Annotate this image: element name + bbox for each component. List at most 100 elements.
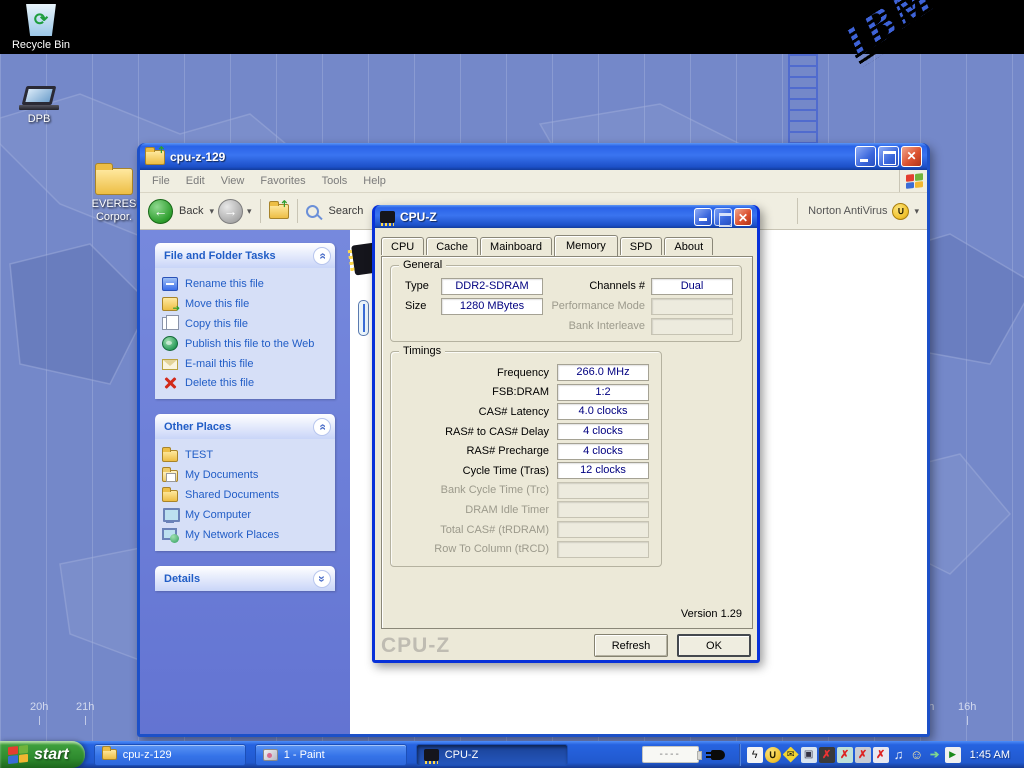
cpuz-app-icon — [380, 211, 395, 223]
field-label: Channels # — [533, 280, 645, 292]
memory-tab-page: General Type DDR2-SDRAM Size 1280 MBytes — [381, 256, 753, 629]
up-one-level-button[interactable] — [269, 204, 289, 219]
timing-value: 12 clocks — [557, 462, 649, 479]
ok-button[interactable]: OK — [677, 634, 751, 657]
folder-icon — [95, 168, 133, 195]
timezone-label-21h: 21h — [76, 701, 94, 725]
timing-label: FSB:DRAM — [397, 386, 549, 398]
file-and-folder-tasks-panel: File and Folder Tasks Rename this file — [155, 243, 335, 399]
task-rename-this-file[interactable]: Rename this file — [162, 277, 328, 291]
task-email-this-file[interactable]: E-mail this file — [162, 357, 328, 370]
tab-spd[interactable]: SPD — [620, 237, 663, 255]
menu-item[interactable]: Favorites — [252, 172, 313, 190]
minimize-button[interactable] — [694, 208, 712, 226]
collapse-chevron-icon[interactable] — [313, 418, 331, 436]
taskbar-task-cpu-z-129[interactable]: cpu-z-129 — [94, 744, 246, 766]
taskbar-task-paint[interactable]: 1 - Paint — [255, 744, 407, 766]
file-icon[interactable] — [358, 300, 369, 336]
details-panel-header[interactable]: Details — [155, 566, 335, 591]
network-connection-icon[interactable]: ▣ — [801, 747, 817, 763]
tab-about[interactable]: About — [664, 237, 713, 255]
timing-label: CAS# Latency — [397, 406, 549, 418]
device-error-icon[interactable]: ✗ — [855, 747, 871, 763]
close-button[interactable] — [901, 146, 922, 167]
explorer-menubar: FileEditViewFavoritesToolsHelp — [140, 170, 927, 193]
desktop-icon-recycle-bin[interactable]: ⟳ Recycle Bin — [4, 4, 78, 52]
menu-item[interactable]: View — [213, 172, 253, 190]
timing-value — [557, 501, 649, 518]
forward-button[interactable]: → — [218, 199, 243, 224]
norton-antivirus-icon[interactable]: ∪ — [892, 203, 909, 220]
taskbar-task-cpu-z[interactable]: CPU-Z — [416, 744, 568, 766]
forward-dropdown-icon[interactable] — [247, 205, 252, 217]
menu-item[interactable]: Help — [355, 172, 394, 190]
desktop-icon-dpb[interactable]: DPB — [2, 86, 76, 126]
cpuz-window: CPU-Z CPU Cache Mainboard Memory SPD Abo… — [372, 205, 760, 663]
tab-cache[interactable]: Cache — [426, 237, 478, 255]
ghost-icon[interactable]: ☺ — [909, 747, 925, 763]
timing-value — [557, 482, 649, 499]
explorer-task-sidebar: File and Folder Tasks Rename this file — [140, 230, 350, 734]
explorer-window-icon — [145, 150, 165, 165]
tab-mainboard[interactable]: Mainboard — [480, 237, 552, 255]
taskbar-task-label: CPU-Z — [445, 749, 479, 761]
maximize-button[interactable] — [714, 208, 732, 226]
other-places-panel-header[interactable]: Other Places — [155, 414, 335, 439]
norton-dropdown-icon[interactable] — [914, 205, 919, 217]
place-my-computer[interactable]: My Computer — [162, 508, 328, 522]
minimize-button[interactable] — [855, 146, 876, 167]
place-item-icon — [162, 450, 178, 462]
status-offline-icon[interactable]: ✗ — [837, 747, 853, 763]
mail-alert-icon[interactable]: ✉ — [783, 747, 799, 763]
search-button-label[interactable]: Search — [329, 205, 364, 217]
recorder-icon[interactable]: ▶ — [945, 747, 961, 763]
refresh-button[interactable]: Refresh — [594, 634, 668, 657]
menu-item[interactable]: Tools — [314, 172, 356, 190]
place-test[interactable]: TEST — [162, 448, 328, 462]
back-dropdown-icon[interactable] — [209, 205, 214, 217]
menu-item[interactable]: File — [144, 172, 178, 190]
task-move-this-file[interactable]: Move this file — [162, 297, 328, 311]
taskbar-task-icon — [424, 749, 439, 761]
place-item-icon — [162, 470, 178, 482]
task-publish-this-file[interactable]: Publish this file to the Web — [162, 336, 328, 351]
norton-antivirus-icon[interactable]: ∪ — [765, 747, 781, 763]
taskbar-task-icon — [102, 749, 117, 760]
cpuz-titlebar[interactable]: CPU-Z — [375, 205, 757, 228]
field-label: Performance Mode — [533, 300, 645, 312]
place-my-documents[interactable]: My Documents — [162, 468, 328, 482]
search-icon[interactable] — [306, 205, 319, 218]
lightning-icon[interactable]: ϟ — [747, 747, 763, 763]
timezone-label-20h: 20h — [30, 701, 48, 725]
mixer-muted-icon[interactable]: ✗ — [819, 747, 835, 763]
back-button[interactable]: ← — [148, 199, 173, 224]
menu-item[interactable]: Edit — [178, 172, 213, 190]
collapse-chevron-icon[interactable] — [313, 247, 331, 265]
task-item-icon — [162, 376, 178, 390]
file-tasks-panel-header[interactable]: File and Folder Tasks — [155, 243, 335, 268]
tab-cpu[interactable]: CPU — [381, 237, 424, 255]
updater-icon[interactable]: ➔ — [927, 747, 943, 763]
remote-muted-icon[interactable]: ✗ — [873, 747, 889, 763]
timing-label: DRAM Idle Timer — [397, 504, 549, 516]
general-groupbox: General Type DDR2-SDRAM Size 1280 MBytes — [390, 265, 742, 342]
task-delete-this-file[interactable]: Delete this file — [162, 376, 328, 390]
volume-icon[interactable]: ♫ — [891, 747, 907, 763]
field-label: Type — [405, 280, 441, 292]
timing-label: RAS# Precharge — [397, 445, 549, 457]
task-copy-this-file[interactable]: Copy this file — [162, 317, 328, 330]
tab-memory[interactable]: Memory — [554, 235, 618, 256]
place-my-network-places[interactable]: My Network Places — [162, 528, 328, 542]
close-button[interactable] — [734, 208, 752, 226]
maximize-button[interactable] — [878, 146, 899, 167]
task-item-label: E-mail this file — [185, 358, 253, 370]
explorer-titlebar[interactable]: cpu-z-129 — [140, 143, 927, 170]
timing-value: 4 clocks — [557, 423, 649, 440]
place-shared-documents[interactable]: Shared Documents — [162, 488, 328, 502]
expand-chevron-icon[interactable] — [313, 570, 331, 588]
start-button[interactable]: start — [0, 741, 85, 768]
cpuz-tabstrip: CPU Cache Mainboard Memory SPD About — [381, 235, 715, 255]
taskbar: start cpu-z-129 1 - Paint CPU-Z ---- ϟ — [0, 741, 1024, 768]
version-text: Version 1.29 — [681, 608, 742, 620]
power-plug-icon — [711, 750, 725, 760]
